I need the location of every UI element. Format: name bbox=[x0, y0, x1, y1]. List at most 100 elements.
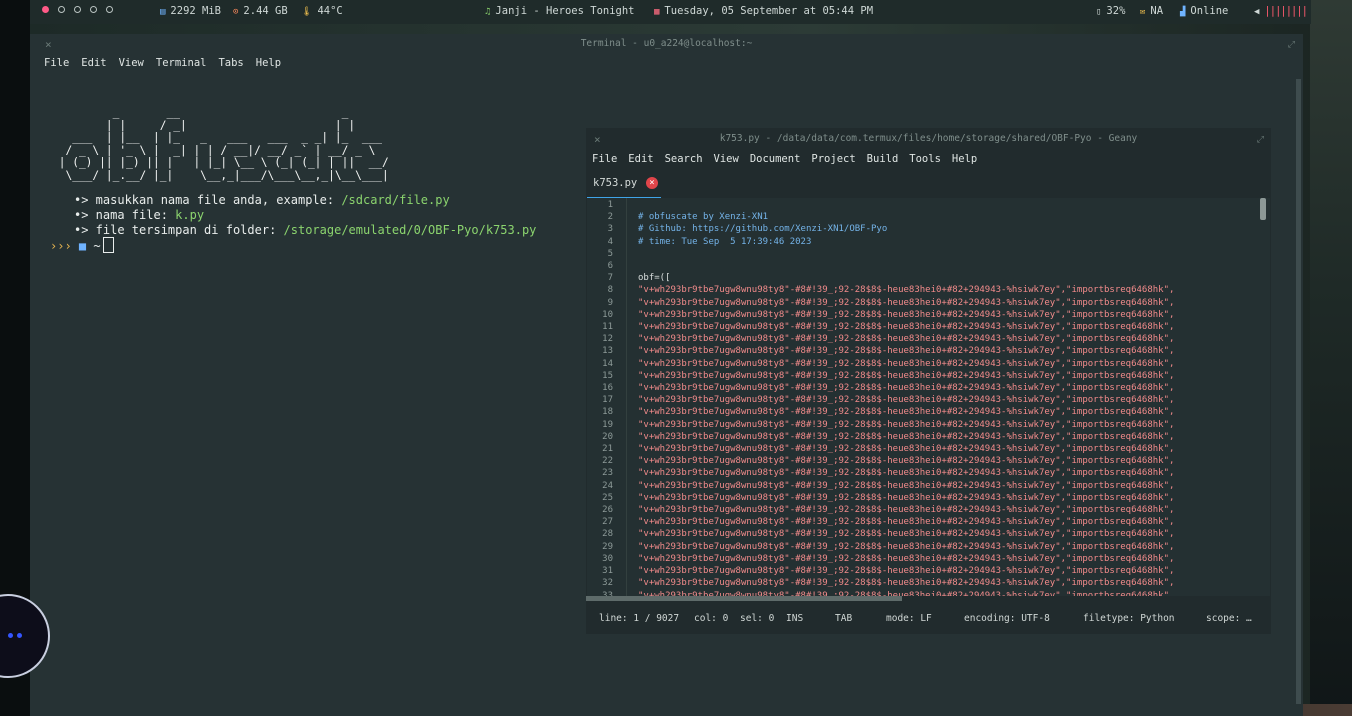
code-line: "v+wh293br9tbe7ugw8wnu98ty8"-#8#!39_;92-… bbox=[638, 529, 1175, 540]
menu-terminal[interactable]: Terminal bbox=[156, 57, 207, 69]
workspace-switcher[interactable] bbox=[42, 5, 122, 17]
storage-value: 2.44 GB bbox=[243, 5, 288, 17]
status-filetype: filetype: Python bbox=[1083, 613, 1175, 624]
geany-title: k753.py - /data/data/com.termux/files/ho… bbox=[719, 133, 1138, 144]
menu-edit[interactable]: Edit bbox=[81, 57, 106, 69]
menu-file[interactable]: File bbox=[44, 57, 69, 69]
line-number: 21 bbox=[602, 444, 613, 455]
menu-help[interactable]: Help bbox=[256, 57, 281, 69]
output-line-3: •> file tersimpan di folder: /storage/em… bbox=[74, 223, 536, 237]
line-numbers: 1 2 3 4 5 6 7 8 9 10 11 12 13 14 15 16 17 18 19 20 21 22 23 24 2… bbox=[587, 199, 613, 596]
workspace-3-indicator[interactable] bbox=[74, 6, 81, 13]
line-number: 1 bbox=[607, 200, 613, 210]
line-number: 17 bbox=[602, 395, 613, 406]
tab-k753[interactable]: k753.py × bbox=[587, 173, 661, 199]
code-line: "v+wh293br9tbe7ugw8wnu98ty8"-#8#!39_;92-… bbox=[638, 480, 1175, 491]
line-number: 11 bbox=[602, 322, 613, 333]
memory-icon: ▤ bbox=[160, 7, 166, 17]
signal-icon: ▟ bbox=[1180, 7, 1186, 17]
menu-tools[interactable]: Tools bbox=[909, 153, 941, 165]
line-number: 7 bbox=[607, 273, 613, 284]
output-line-1: •> masukkan nama file anda, example: /sd… bbox=[74, 193, 450, 207]
code-line: "v+wh293br9tbe7ugw8wnu98ty8"-#8#!39_;92-… bbox=[638, 492, 1175, 503]
code-content[interactable]: # obfuscate by Xenzi-XN1 # Github: https:… bbox=[638, 199, 1174, 596]
maximize-icon[interactable]: ⤢ bbox=[1288, 34, 1295, 56]
menu-view[interactable]: View bbox=[714, 153, 739, 165]
battery-icon: ▯ bbox=[1096, 7, 1102, 17]
menu-tabs[interactable]: Tabs bbox=[218, 57, 243, 69]
code-line: "v+wh293br9tbe7ugw8wnu98ty8"-#8#!39_;92-… bbox=[638, 370, 1175, 381]
line-number: 4 bbox=[607, 236, 613, 247]
maximize-icon[interactable]: ⤢ bbox=[1257, 128, 1264, 152]
terminal-scrollbar[interactable] bbox=[1296, 79, 1301, 704]
code-line: "v+wh293br9tbe7ugw8wnu98ty8"-#8#!39_;92-… bbox=[638, 541, 1175, 552]
output-text: masukkan nama file anda, example: bbox=[88, 193, 342, 207]
line-number: 18 bbox=[602, 407, 613, 418]
volume-bar[interactable]: |||||||| bbox=[1264, 5, 1308, 17]
menu-edit[interactable]: Edit bbox=[628, 153, 653, 165]
code-editor[interactable]: 1 2 3 4 5 6 7 8 9 10 11 12 13 14 15 16 17 18 19 20 21 22 23 24 2… bbox=[587, 198, 1270, 596]
line-number: 27 bbox=[602, 517, 613, 528]
output-line-2: •> nama file: k.py bbox=[74, 208, 204, 222]
line-number: 20 bbox=[602, 431, 613, 442]
code-line: "v+wh293br9tbe7ugw8wnu98ty8"-#8#!39_;92-… bbox=[638, 395, 1175, 406]
storage-widget: ⊙ 2.44 GB bbox=[233, 5, 288, 17]
status-ins: INS bbox=[786, 613, 804, 624]
code-line: "v+wh293br9tbe7ugw8wnu98ty8"-#8#!39_;92-… bbox=[638, 578, 1175, 589]
code-line: "v+wh293br9tbe7ugw8wnu98ty8"-#8#!39_;92-… bbox=[638, 383, 1175, 394]
menu-project[interactable]: Project bbox=[811, 153, 855, 165]
code-line: "v+wh293br9tbe7ugw8wnu98ty8"-#8#!39_;92-… bbox=[638, 407, 1175, 418]
code-line: "v+wh293br9tbe7ugw8wnu98ty8"-#8#!39_;92-… bbox=[638, 358, 1175, 369]
geany-window[interactable]: × k753.py - /data/data/com.termux/files/… bbox=[586, 128, 1271, 634]
prompt-arrows: ››› bbox=[50, 239, 72, 253]
line-number: 24 bbox=[602, 480, 613, 491]
code-line: obf=([ bbox=[638, 273, 671, 284]
mail-widget: ✉ NA bbox=[1140, 5, 1163, 17]
line-number: 19 bbox=[602, 419, 613, 430]
shell-prompt[interactable]: ››› ■ ~ bbox=[50, 237, 114, 253]
menu-build[interactable]: Build bbox=[867, 153, 899, 165]
output-value: /sdcard/file.py bbox=[341, 193, 450, 207]
ascii-banner: _ __ _ | | / _| | | ___ | |__ | |_ _ ___… bbox=[58, 106, 389, 182]
menu-view[interactable]: View bbox=[119, 57, 144, 69]
bubble-dot bbox=[8, 633, 13, 638]
line-number: 5 bbox=[607, 248, 613, 259]
code-line: "v+wh293br9tbe7ugw8wnu98ty8"-#8#!39_;92-… bbox=[638, 517, 1175, 528]
bubble-dot bbox=[17, 633, 22, 638]
menu-search[interactable]: Search bbox=[665, 153, 703, 165]
workspace-2-indicator[interactable] bbox=[58, 6, 65, 13]
menu-document[interactable]: Document bbox=[750, 153, 801, 165]
line-number: 15 bbox=[602, 370, 613, 381]
network-widget: ▟ Online bbox=[1180, 5, 1228, 17]
code-line: # Github: https://github.com/Xenzi-XN1/O… bbox=[638, 224, 888, 235]
menu-file[interactable]: File bbox=[592, 153, 617, 165]
menu-help[interactable]: Help bbox=[952, 153, 977, 165]
code-line: "v+wh293br9tbe7ugw8wnu98ty8"-#8#!39_;92-… bbox=[638, 419, 1175, 430]
line-number: 10 bbox=[602, 309, 613, 320]
workspace-1-indicator[interactable] bbox=[42, 6, 49, 13]
code-line: "v+wh293br9tbe7ugw8wnu98ty8"-#8#!39_;92-… bbox=[638, 431, 1175, 442]
workspace-4-indicator[interactable] bbox=[90, 6, 97, 13]
code-line: "v+wh293br9tbe7ugw8wnu98ty8"-#8#!39_;92-… bbox=[638, 456, 1175, 467]
status-mode: mode: LF bbox=[886, 613, 932, 624]
code-line: "v+wh293br9tbe7ugw8wnu98ty8"-#8#!39_;92-… bbox=[638, 444, 1175, 455]
music-widget[interactable]: ♫ Janji - Heroes Tonight bbox=[485, 5, 635, 17]
mail-value: NA bbox=[1150, 5, 1164, 17]
code-line: "v+wh293br9tbe7ugw8wnu98ty8"-#8#!39_;92-… bbox=[638, 346, 1175, 357]
network-value: Online bbox=[1190, 5, 1229, 17]
volume-widget[interactable]: ◀ |||||||| bbox=[1254, 5, 1308, 17]
bullet: •> bbox=[74, 193, 89, 207]
status-scope: scope: … bbox=[1206, 613, 1252, 624]
battery-value: 32% bbox=[1106, 5, 1126, 17]
output-text: nama file: bbox=[88, 208, 176, 222]
output-value: /storage/emulated/0/OBF-Pyo/k753.py bbox=[283, 223, 537, 237]
speaker-icon: ◀ bbox=[1254, 7, 1260, 17]
thermometer-icon: 🌡 bbox=[301, 7, 313, 17]
workspace-5-indicator[interactable] bbox=[106, 6, 113, 13]
tab-close-icon[interactable]: × bbox=[646, 177, 658, 189]
clock-widget[interactable]: ▦ Tuesday, 05 September at 05:44 PM bbox=[654, 5, 873, 17]
mail-icon: ✉ bbox=[1140, 7, 1146, 17]
vertical-scrollbar[interactable] bbox=[1260, 198, 1266, 220]
horizontal-scrollbar[interactable] bbox=[586, 596, 902, 601]
